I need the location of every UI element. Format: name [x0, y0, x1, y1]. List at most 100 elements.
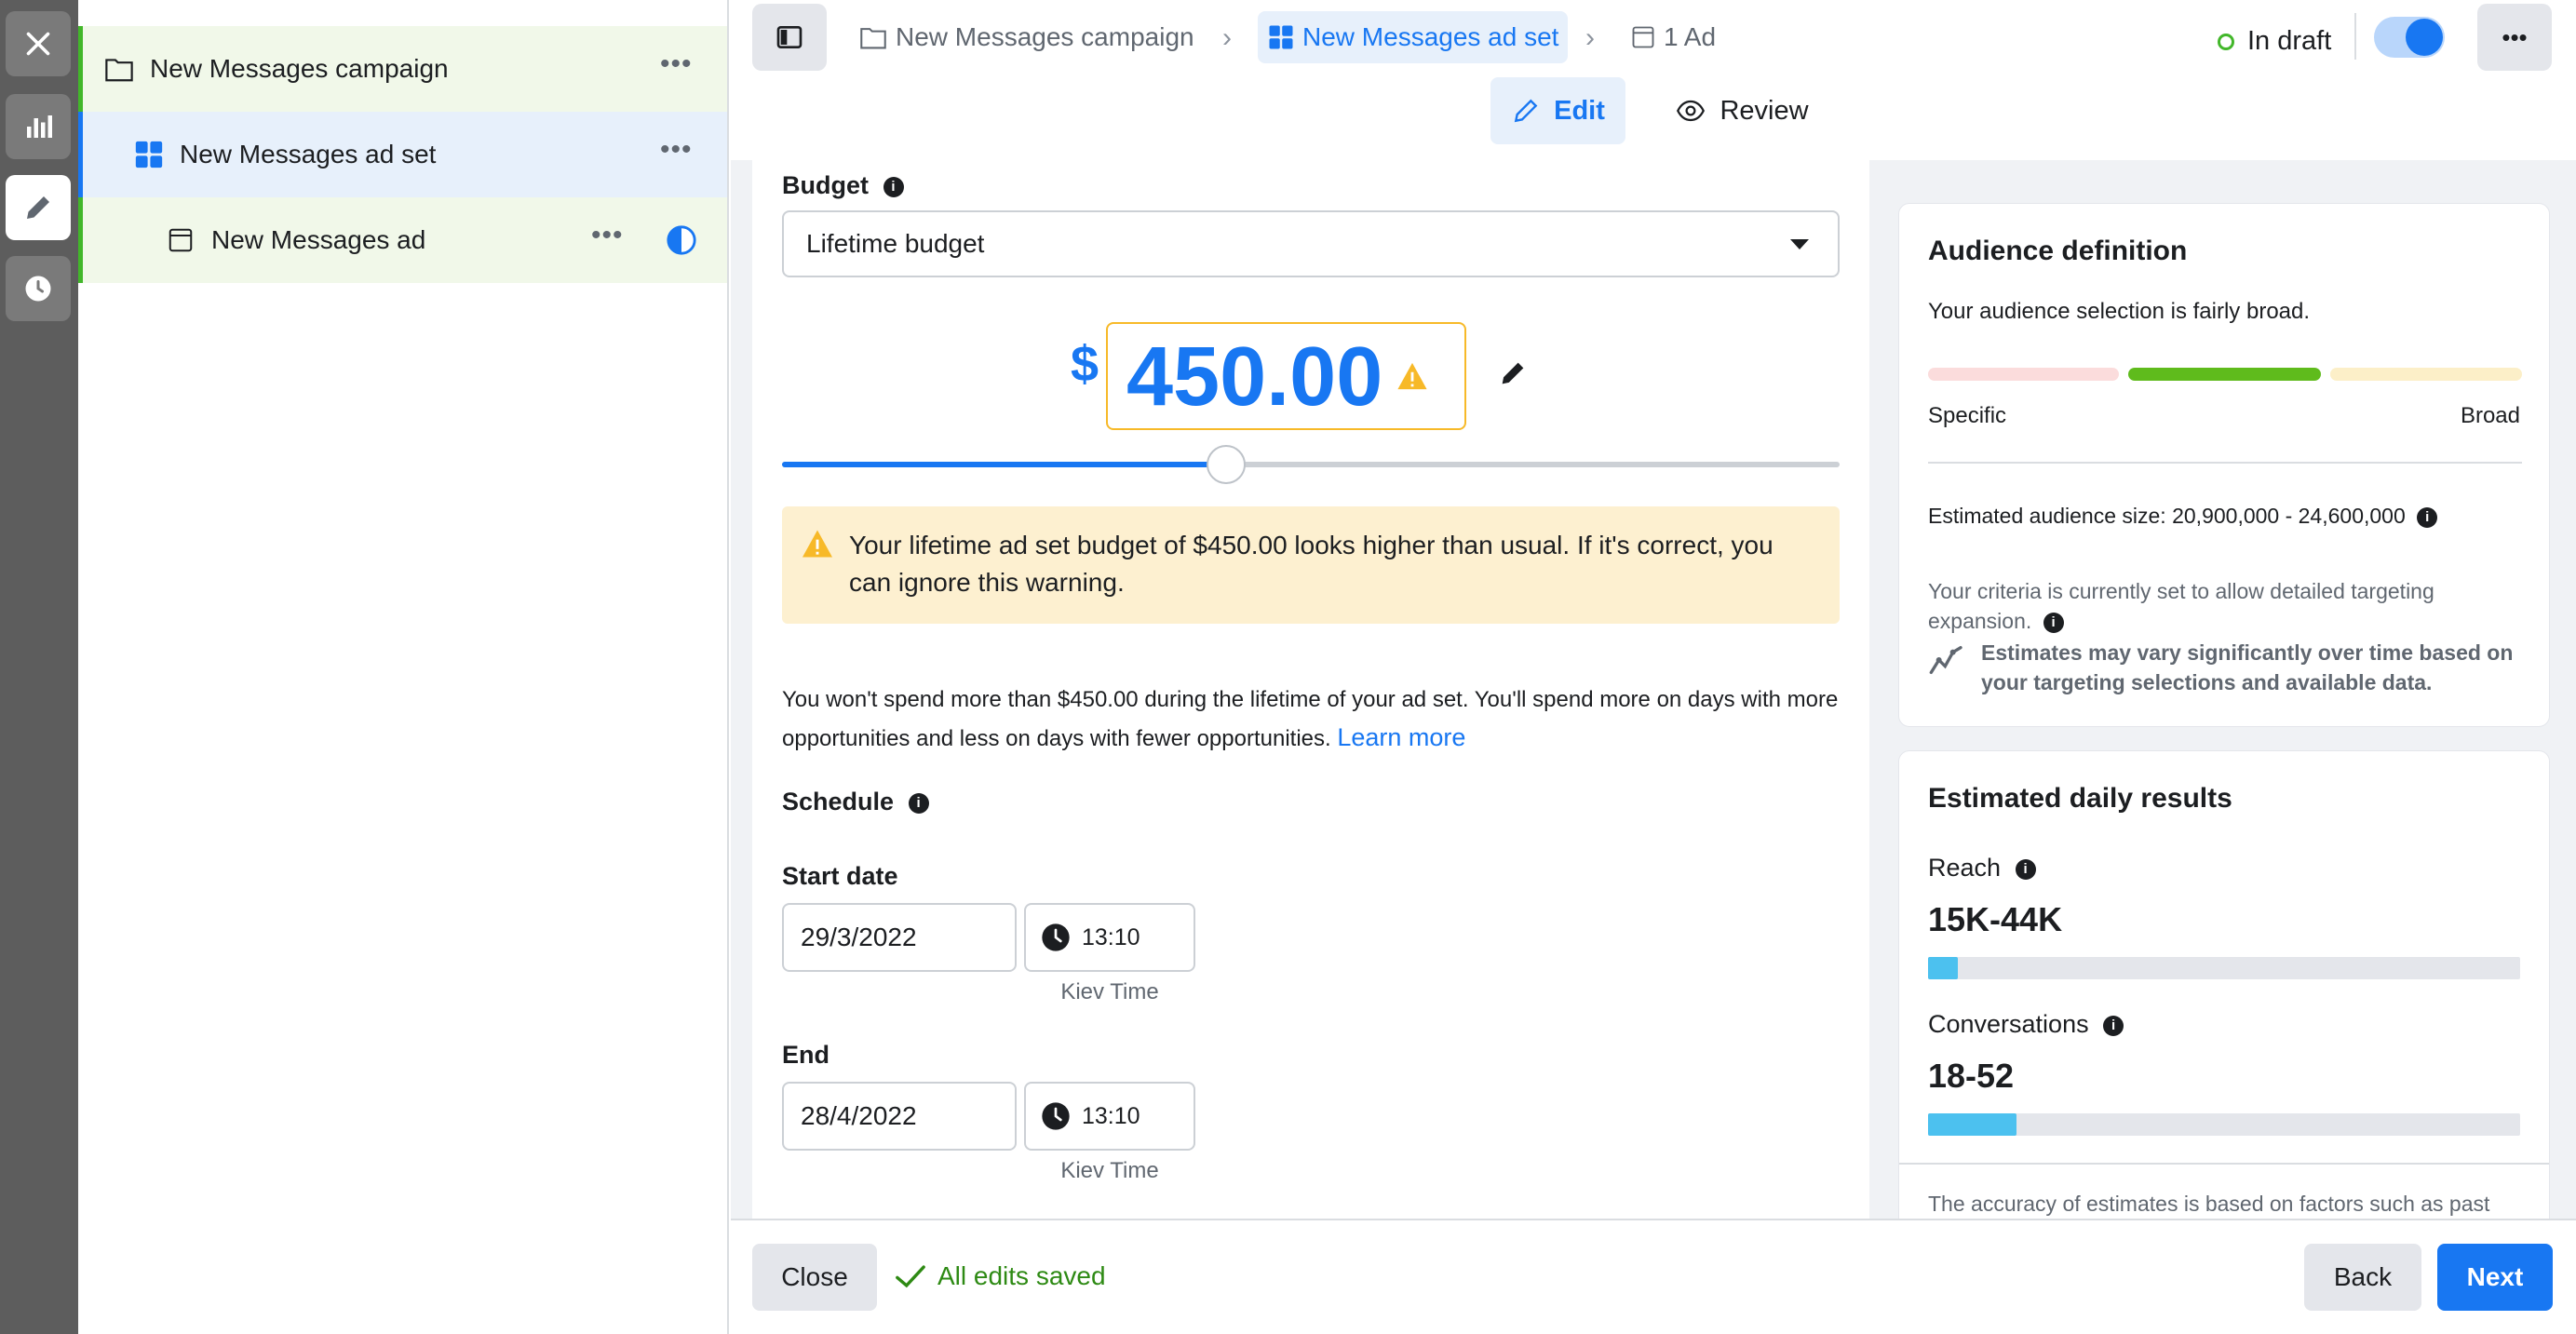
- info-icon[interactable]: i: [908, 792, 929, 814]
- top-bar: New Messages campaign › New Messages ad …: [731, 0, 2576, 160]
- toggle-sidebar-button[interactable]: [752, 4, 827, 71]
- conversations-bar-fill: [1928, 1113, 2017, 1136]
- divider: [1899, 1163, 2549, 1165]
- tree-adset-label: New Messages ad set: [180, 140, 437, 168]
- budget-type-value: Lifetime budget: [806, 229, 985, 258]
- breadcrumb-adset-label: New Messages ad set: [1302, 22, 1559, 51]
- start-date-input[interactable]: 29/3/2022: [782, 903, 1017, 972]
- criteria-text: Your criteria is currently set to allow …: [1928, 576, 2524, 636]
- end-timezone: Kiev Time: [1060, 1158, 1159, 1183]
- campaign-tree: New Messages campaign ••• New Messages a…: [78, 0, 729, 1334]
- breadcrumb-ad-label: 1 Ad: [1664, 22, 1717, 51]
- chevron-right-icon: ›: [1222, 22, 1232, 53]
- eye-icon: [1677, 100, 1706, 122]
- estimated-daily-results-card: Estimated daily results Reach i 15K-44K …: [1898, 750, 2550, 1219]
- start-time-value: 13:10: [1082, 923, 1140, 950]
- estimates-note: Estimates may vary significantly over ti…: [1981, 640, 2514, 694]
- end-time-input[interactable]: 13:10: [1024, 1082, 1195, 1151]
- budget-warning-text: Your lifetime ad set budget of $450.00 l…: [849, 531, 1774, 597]
- tree-item-campaign[interactable]: New Messages campaign •••: [78, 26, 727, 112]
- breadcrumb-campaign-label: New Messages campaign: [896, 22, 1194, 51]
- history-button[interactable]: [6, 256, 71, 321]
- budget-amount: 450.00: [1126, 330, 1383, 424]
- budget-slider-track[interactable]: [782, 445, 1840, 484]
- budget-note: You won't spend more than $450.00 during…: [782, 681, 1853, 758]
- ad-more-icon[interactable]: •••: [591, 220, 624, 251]
- edit-mode-button[interactable]: [6, 175, 71, 240]
- info-icon[interactable]: i: [2103, 1015, 2124, 1036]
- audience-title: Audience definition: [1928, 236, 2188, 266]
- end-date-input[interactable]: 28/4/2022: [782, 1082, 1017, 1151]
- close-editor-button[interactable]: [6, 11, 71, 76]
- conversations-label: Conversations: [1928, 1010, 2089, 1038]
- draft-status: In draft: [2218, 26, 2331, 57]
- info-icon[interactable]: i: [2015, 858, 2036, 880]
- close-icon: [26, 32, 50, 56]
- toggle-knob: [2406, 19, 2443, 56]
- back-button[interactable]: Back: [2304, 1244, 2421, 1311]
- learn-more-link[interactable]: Learn more: [1337, 723, 1465, 751]
- sidebar-icon: [776, 26, 802, 48]
- adset-more-icon[interactable]: •••: [660, 134, 693, 166]
- budget-amount-input[interactable]: 450.00: [1106, 322, 1466, 430]
- tree-item-adset[interactable]: New Messages ad set •••: [78, 112, 727, 197]
- close-button[interactable]: Close: [752, 1244, 877, 1311]
- more-options-button[interactable]: •••: [2477, 4, 2552, 71]
- audience-meter-specific: [1928, 368, 2119, 381]
- breadcrumb-ad[interactable]: 1 Ad: [1630, 13, 1716, 61]
- chevron-right-icon: ›: [1585, 22, 1595, 53]
- tree-item-ad[interactable]: New Messages ad •••: [78, 197, 727, 283]
- divider: [2354, 13, 2356, 60]
- left-toolbar: [0, 0, 78, 1334]
- save-status: All edits saved: [895, 1261, 1106, 1291]
- campaign-more-icon[interactable]: •••: [660, 48, 693, 80]
- more-icon: •••: [2502, 22, 2528, 51]
- info-icon[interactable]: i: [883, 176, 904, 197]
- start-time-input[interactable]: 13:10: [1024, 903, 1195, 972]
- tab-edit-label: Edit: [1554, 95, 1605, 126]
- info-icon[interactable]: i: [2043, 612, 2064, 633]
- adset-form: Budget i Lifetime budget $ 450.00 Your l…: [752, 160, 1869, 1219]
- budget-slider-fill: [782, 462, 1227, 467]
- edit-amount-pencil-icon[interactable]: [1497, 357, 1529, 389]
- conversations-bar-track: [1928, 1113, 2520, 1136]
- accuracy-text: The accuracy of estimates is based on fa…: [1928, 1192, 2490, 1216]
- breadcrumb-campaign[interactable]: New Messages campaign: [858, 13, 1194, 61]
- schedule-heading: Schedule i: [782, 788, 929, 816]
- status-label: In draft: [2247, 26, 2332, 56]
- end-date-label: End: [782, 1041, 829, 1069]
- status-dot-icon: [2218, 33, 2234, 50]
- start-timezone: Kiev Time: [1060, 979, 1159, 1004]
- clock-icon: [25, 276, 51, 302]
- reach-heading: Reach i: [1928, 854, 2036, 883]
- tab-review[interactable]: Review: [1649, 77, 1835, 144]
- adset-toggle[interactable]: [2374, 17, 2445, 58]
- tab-edit[interactable]: Edit: [1490, 77, 1625, 144]
- info-icon[interactable]: i: [2417, 506, 2438, 528]
- reach-bar-track: [1928, 957, 2520, 979]
- start-date-label: Start date: [782, 862, 898, 890]
- next-button[interactable]: Next: [2437, 1244, 2553, 1311]
- conversations-heading: Conversations i: [1928, 1010, 2124, 1039]
- ads-manager-editor: New Messages campaign ••• New Messages a…: [0, 0, 2576, 1334]
- budget-type-select[interactable]: Lifetime budget: [782, 210, 1840, 277]
- divider: [1928, 462, 2522, 464]
- warning-icon: [1397, 362, 1427, 390]
- caret-down-icon: [1790, 239, 1809, 249]
- adset-grid-icon: [135, 141, 163, 168]
- breadcrumb-adset[interactable]: New Messages ad set: [1258, 11, 1569, 63]
- end-date-value: 28/4/2022: [801, 1101, 917, 1130]
- reporting-button[interactable]: [6, 94, 71, 159]
- save-status-label: All edits saved: [937, 1261, 1106, 1290]
- budget-slider-handle[interactable]: [1207, 445, 1247, 484]
- pencil-icon: [27, 196, 49, 219]
- criteria-label: Your criteria is currently set to allow …: [1928, 579, 2434, 633]
- warning-icon: [802, 530, 832, 558]
- folder-icon: [860, 28, 886, 49]
- budget-heading: Budget i: [782, 171, 904, 200]
- reach-value: 15K-44K: [1928, 900, 2063, 938]
- tree-ad-label: New Messages ad: [211, 225, 426, 254]
- audience-meter-indicator: [2128, 368, 2321, 381]
- estimates-column: Audience definition Your audience select…: [1869, 160, 2576, 1219]
- specific-label: Specific: [1928, 403, 2007, 428]
